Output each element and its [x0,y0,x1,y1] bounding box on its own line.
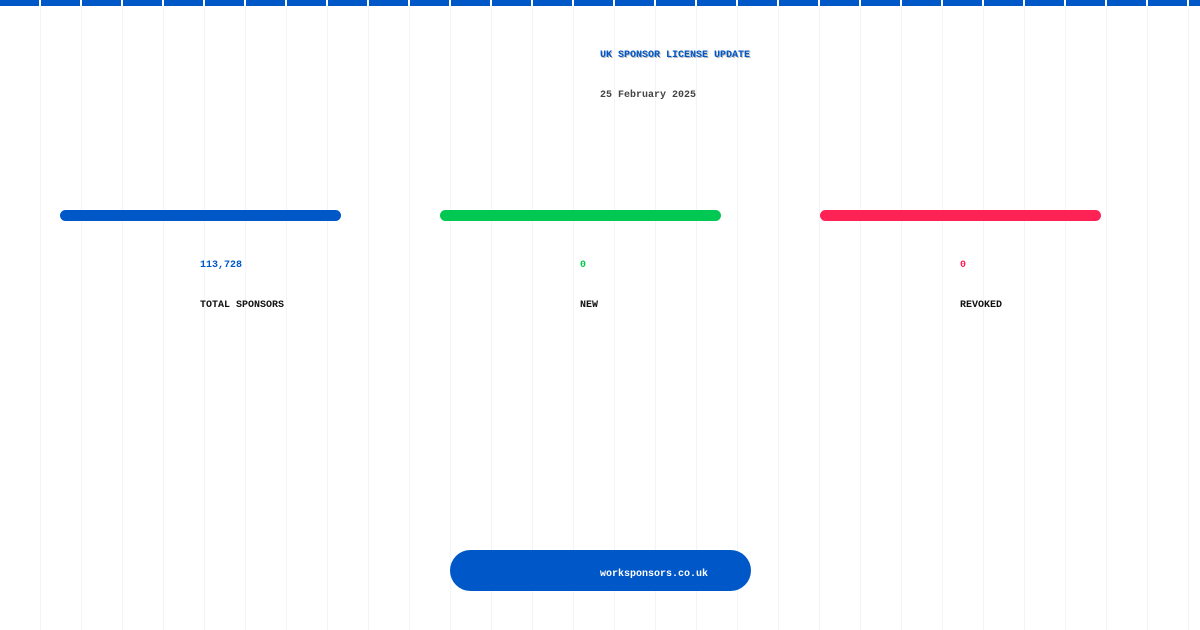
website-link-button[interactable]: worksponsors.co.uk [450,550,751,591]
revoked-bar [820,210,1101,221]
revoked-value: 0 [960,260,967,271]
date-label: 25 February 2025 [600,90,697,101]
total-sponsors-bar [60,210,341,221]
total-sponsors-label: TOTAL SPONSORS [200,300,285,311]
total-sponsors-value: 113,728 [200,260,243,271]
revoked-label: REVOKED [960,300,1003,311]
website-link-text: worksponsors.co.uk [600,569,709,580]
new-value: 0 [580,260,587,271]
page-title: UK SPONSOR LICENSE UPDATE [600,50,751,61]
new-label: NEW [580,300,599,311]
new-bar [440,210,721,221]
